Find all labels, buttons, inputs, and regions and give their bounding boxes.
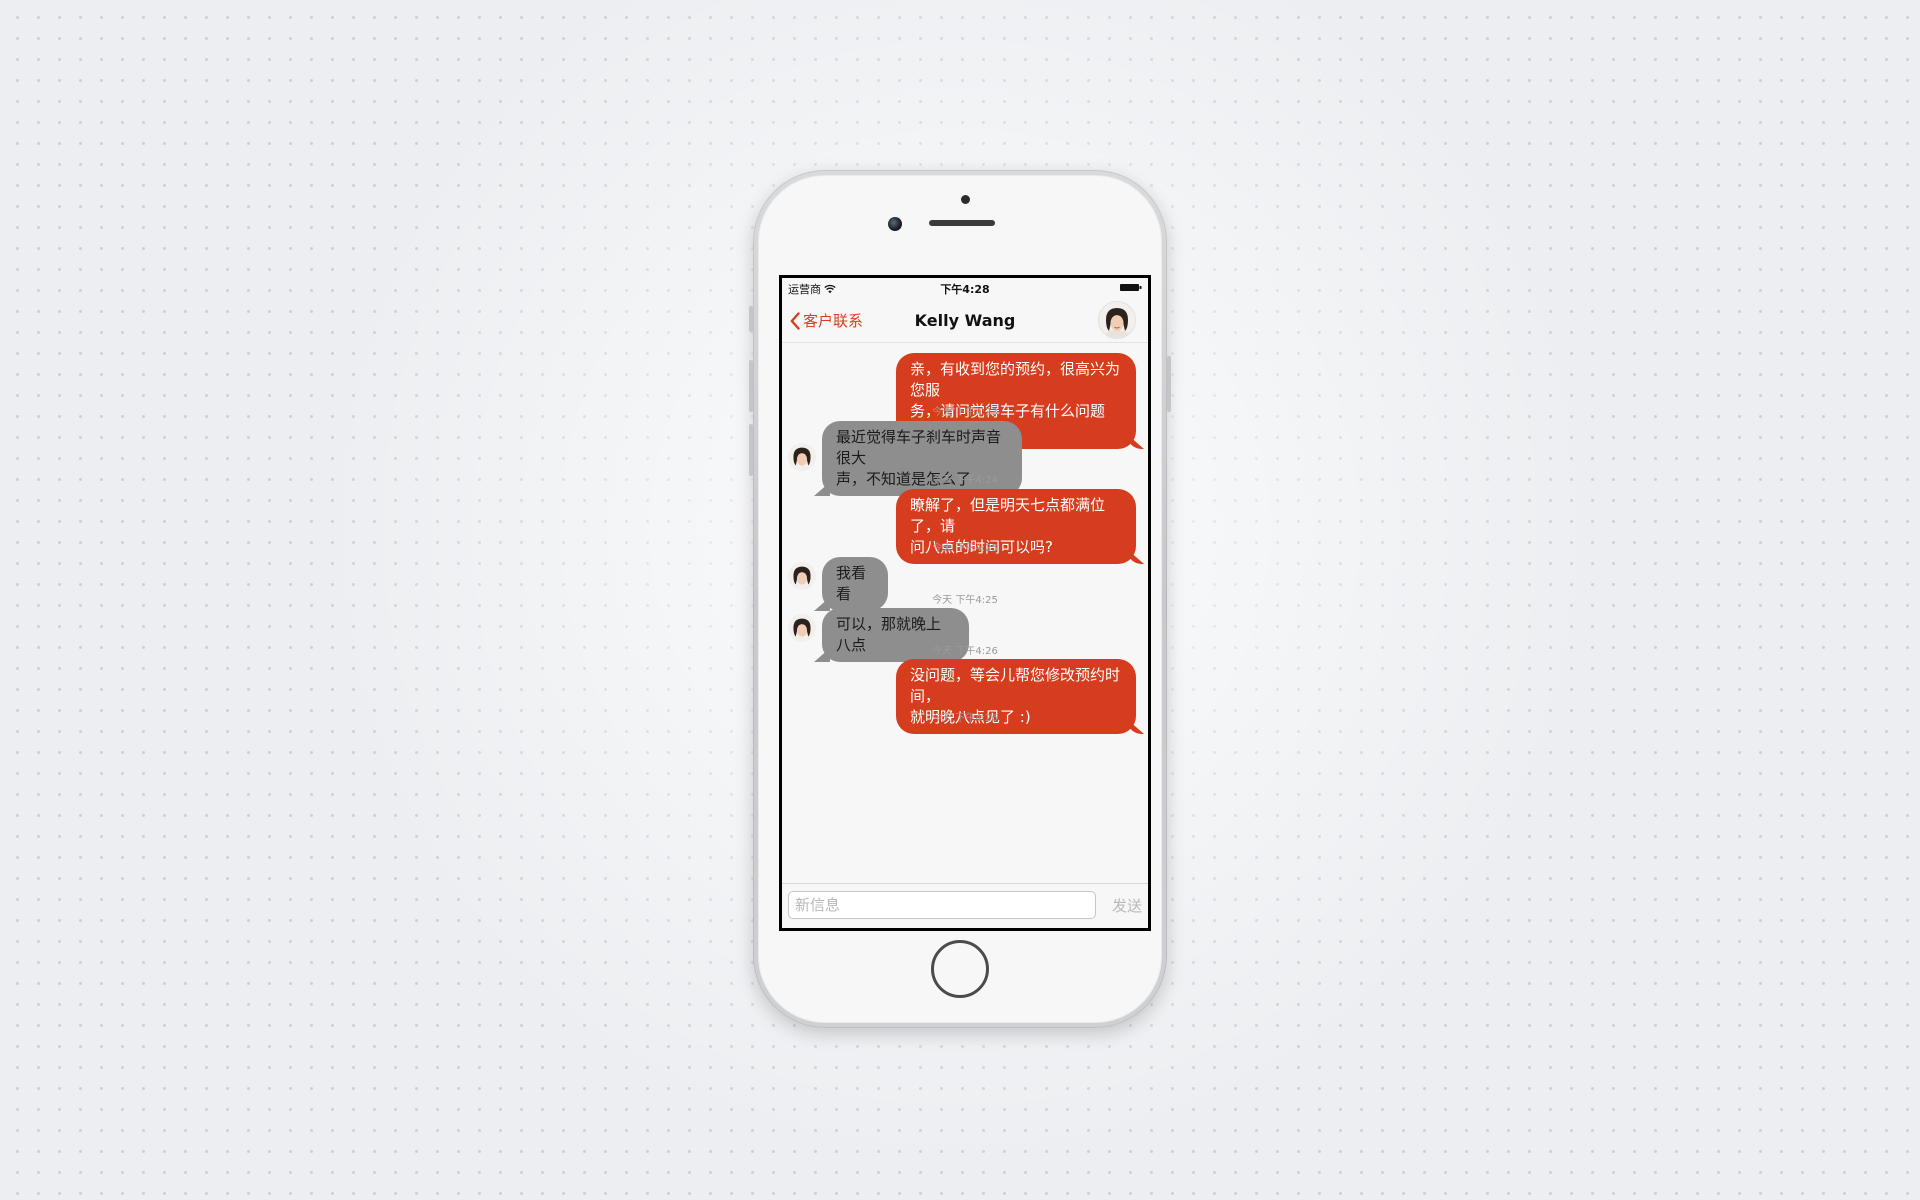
avatar	[1099, 302, 1135, 338]
message-line: 最近觉得车子刹车时声音很大	[836, 428, 1002, 467]
sender-avatar	[788, 614, 816, 642]
contact-avatar[interactable]	[1098, 301, 1136, 339]
message-timestamp: 今天 下午4:24	[932, 475, 998, 486]
avatar	[788, 562, 816, 590]
volume-down-button	[749, 424, 753, 476]
sender-avatar	[788, 443, 816, 471]
front-camera-icon	[888, 217, 902, 231]
message-timestamp: 今天 下午4:25	[932, 543, 998, 554]
back-label: 客户联系	[803, 312, 864, 330]
message-timestamp: 今天 下午4:25	[932, 595, 998, 606]
message-list: 亲，有收到您的预约，很高兴为您服 务，请问觉得车子有什么问题吗? 今天 下午4:…	[782, 343, 1148, 883]
power-button	[1167, 356, 1171, 412]
screen: 运营商 下午4:28 客户联系 Kelly Wang 亲，有收到您的预约，很高兴…	[779, 275, 1151, 931]
back-button[interactable]: 客户联系	[790, 310, 863, 331]
navigation-bar: 客户联系 Kelly Wang	[782, 296, 1148, 343]
volume-up-button	[749, 360, 753, 412]
message-timestamp: 今天 下午4:26	[932, 713, 998, 724]
avatar	[788, 443, 816, 471]
message-line: 瞭解了，但是明天七点都满位了，请	[910, 496, 1106, 535]
message-line: 没问题，等会儿帮您修改预约时间，	[910, 666, 1121, 705]
home-button[interactable]	[931, 940, 989, 998]
sender-avatar	[788, 562, 816, 590]
battery-icon	[1120, 284, 1142, 291]
proximity-sensor	[961, 195, 970, 204]
mute-switch	[749, 306, 753, 332]
message-line: 亲，有收到您的预约，很高兴为您服	[910, 360, 1121, 399]
avatar	[788, 614, 816, 642]
status-time: 下午4:28	[940, 283, 990, 296]
message-input-bar: 发送	[782, 883, 1148, 928]
status-bar: 运营商 下午4:28	[782, 278, 1148, 296]
send-button[interactable]: 发送	[1112, 895, 1142, 916]
earpiece-speaker	[929, 220, 995, 226]
chevron-left-icon	[790, 311, 800, 330]
message-timestamp: 今天 下午4:26	[932, 646, 998, 657]
iphone-device: 运营商 下午4:28 客户联系 Kelly Wang 亲，有收到您的预约，很高兴…	[749, 170, 1171, 1028]
new-message-input[interactable]	[788, 891, 1096, 919]
message-timestamp: 今天 下午4:23	[932, 407, 998, 418]
chat-screen: 运营商 下午4:28 客户联系 Kelly Wang 亲，有收到您的预约，很高兴…	[782, 278, 1148, 928]
phone-face: 运营商 下午4:28 客户联系 Kelly Wang 亲，有收到您的预约，很高兴…	[758, 175, 1162, 1023]
